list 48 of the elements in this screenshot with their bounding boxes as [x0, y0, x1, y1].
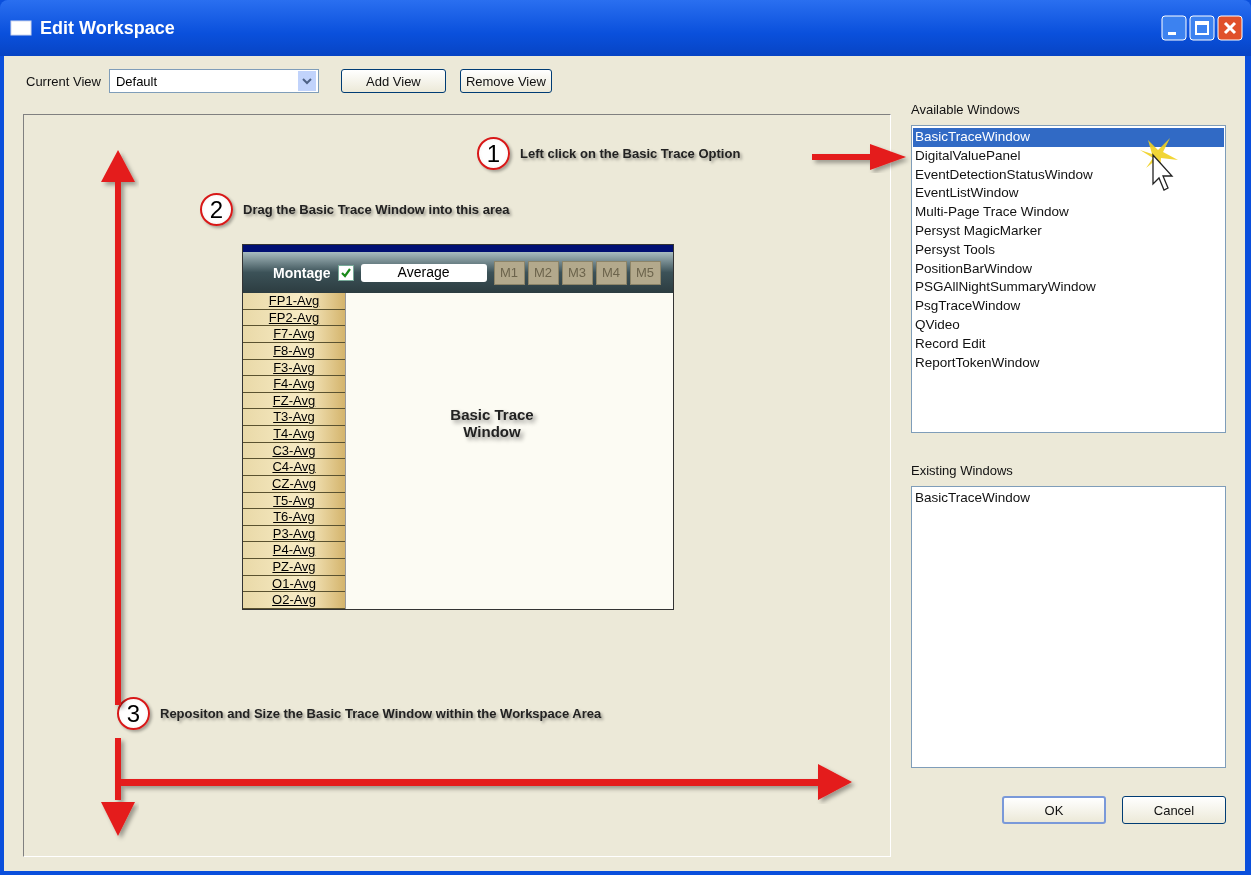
- list-item[interactable]: BasicTraceWindow: [913, 128, 1224, 147]
- window-icon: [10, 20, 32, 36]
- step-instruction: Repositon and Size the Basic Trace Window within the Workspace Area: [160, 706, 602, 721]
- step-number-badge: 3: [117, 697, 150, 730]
- minimize-icon[interactable]: [1161, 15, 1187, 41]
- close-icon[interactable]: [1217, 15, 1243, 41]
- toolbar-button[interactable]: Add View: [340, 69, 446, 93]
- list-item[interactable]: PositionBarWindow: [913, 259, 1224, 279]
- list-item[interactable]: BasicTraceWindow: [913, 489, 1224, 508]
- list-item[interactable]: PSGAllNightSummaryWindow: [913, 278, 1224, 298]
- channel-label: T4-Avg: [243, 426, 345, 443]
- list-item[interactable]: EventDetectionStatusWindow: [913, 165, 1224, 185]
- channel-label: PZ-Avg: [243, 559, 345, 576]
- channel-label: C4-Avg: [243, 459, 345, 476]
- channel-label: FP1-Avg: [243, 293, 345, 310]
- dialog-button[interactable]: Cancel: [1122, 796, 1226, 824]
- channel-label: P4-Avg: [243, 542, 345, 559]
- list-item[interactable]: QVideo: [913, 315, 1224, 335]
- mouse-cursor-icon: [1140, 138, 1178, 191]
- current-view-label: Current View: [26, 73, 101, 89]
- list-item[interactable]: Multi-Page Trace Window: [913, 203, 1224, 222]
- channel-label: F7-Avg: [243, 326, 345, 343]
- list-item[interactable]: ReportTokenWindow: [913, 353, 1224, 373]
- window-title: Edit Workspace: [40, 17, 176, 39]
- list-item[interactable]: Record Edit: [913, 334, 1224, 354]
- step-number-badge: 2: [200, 193, 233, 226]
- list-item[interactable]: EventListWindow: [913, 184, 1224, 204]
- step-number-badge: 1: [477, 137, 510, 170]
- toolbar-button[interactable]: Remove View: [459, 69, 552, 93]
- montage-checkbox[interactable]: [337, 264, 354, 281]
- list-item[interactable]: Persyst Tools: [913, 240, 1224, 260]
- channel-label: F4-Avg: [243, 376, 345, 393]
- step-instruction: Drag the Basic Trace Window into this area: [243, 202, 510, 217]
- channel-label: T6-Avg: [243, 509, 345, 526]
- montage-label: Montage: [273, 264, 331, 281]
- channel-label: O2-Avg: [243, 592, 345, 609]
- step-instruction: Left click on the Basic Trace Option: [520, 146, 741, 161]
- available-windows-label: Available Windows: [911, 102, 1021, 117]
- list-item[interactable]: DigitalValuePanel: [913, 146, 1224, 166]
- current-view-dropdown[interactable]: Default: [108, 69, 319, 93]
- montage-field[interactable]: Average: [360, 263, 487, 282]
- trace-window-caption: Basic Trace Window: [449, 406, 535, 440]
- list-item[interactable]: Persyst MagicMarker: [913, 222, 1224, 241]
- maximize-icon[interactable]: [1189, 15, 1215, 41]
- list-item[interactable]: PsgTraceWindow: [913, 297, 1224, 316]
- dialog-button[interactable]: OK: [1002, 796, 1106, 824]
- existing-windows-label: Existing Windows: [911, 463, 1014, 478]
- channel-label: T3-Avg: [243, 409, 345, 426]
